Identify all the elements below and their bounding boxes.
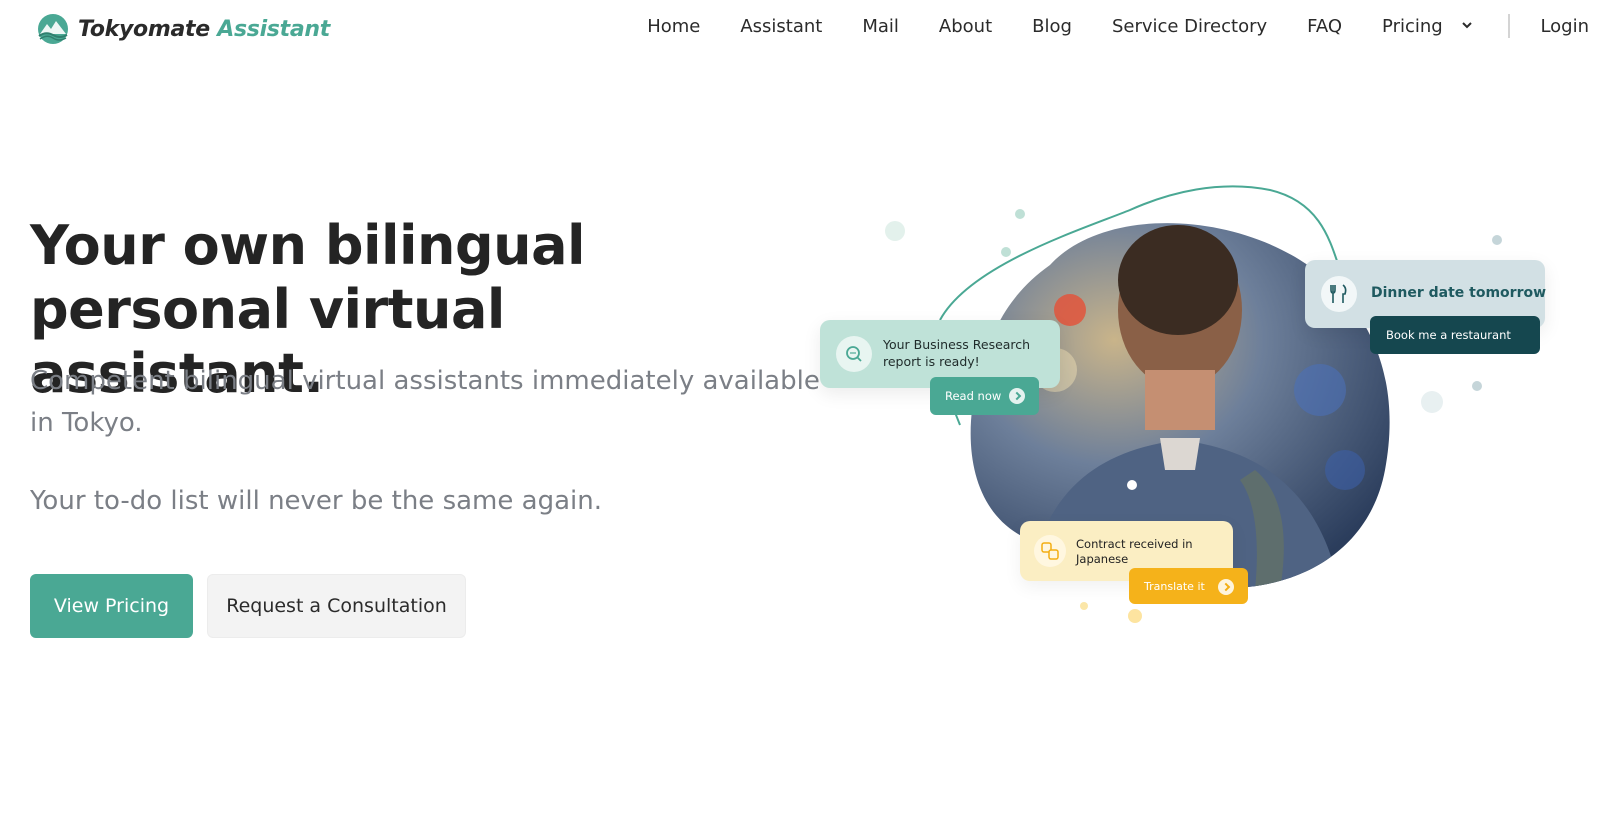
- nav-mail[interactable]: Mail: [862, 16, 899, 37]
- nav-login[interactable]: Login: [1540, 16, 1589, 37]
- fork-knife-icon: [1321, 276, 1357, 312]
- translate-it-label: Translate it: [1144, 579, 1205, 593]
- view-pricing-button[interactable]: View Pricing: [30, 574, 193, 638]
- nav-home[interactable]: Home: [647, 16, 700, 37]
- nav-about[interactable]: About: [939, 16, 992, 37]
- site-logo[interactable]: Tokyomate Assistant: [36, 12, 330, 46]
- logo-name-accent: Assistant: [217, 16, 330, 42]
- main-nav: Home Assistant Mail About Blog Service D…: [647, 14, 1589, 38]
- nav-pricing-dropdown[interactable]: Pricing: [1382, 15, 1473, 37]
- hero-subtitle: Competent bilingual virtual assistants i…: [30, 366, 820, 438]
- arrow-right-icon: [1009, 388, 1025, 404]
- mountain-wave-logo-icon: [38, 14, 68, 44]
- logo-name: Tokyomate: [78, 16, 210, 42]
- nav-faq[interactable]: FAQ: [1307, 16, 1342, 37]
- chat-search-icon: [836, 336, 872, 372]
- hero-tagline: Your to-do list will never be the same a…: [30, 486, 602, 516]
- translate-icon: [1034, 535, 1066, 567]
- nav-divider: [1508, 14, 1511, 38]
- contract-card-text: Contract received in Japanese: [1076, 537, 1193, 566]
- logo-wordmark: Tokyomate Assistant: [78, 17, 330, 42]
- read-now-button[interactable]: Read now: [930, 377, 1039, 415]
- hero-illustration: Your Business Research report is ready! …: [800, 170, 1580, 650]
- translate-it-button[interactable]: Translate it: [1129, 568, 1248, 604]
- request-consultation-button[interactable]: Request a Consultation: [207, 574, 466, 638]
- nav-pricing-label: Pricing: [1382, 15, 1443, 37]
- read-now-label: Read now: [945, 389, 1002, 403]
- site-header: Tokyomate Assistant Home Assistant Mail …: [0, 0, 1621, 58]
- chevron-down-icon: [1462, 21, 1473, 28]
- nav-service-directory[interactable]: Service Directory: [1112, 16, 1267, 37]
- arrow-right-icon: [1218, 579, 1234, 595]
- dinner-card-text: Dinner date tomorrow: [1371, 285, 1547, 301]
- nav-assistant[interactable]: Assistant: [740, 16, 822, 37]
- research-card-text: Your Business Research report is ready!: [883, 337, 1031, 369]
- nav-blog[interactable]: Blog: [1032, 16, 1072, 37]
- book-restaurant-button[interactable]: Book me a restaurant: [1370, 316, 1540, 354]
